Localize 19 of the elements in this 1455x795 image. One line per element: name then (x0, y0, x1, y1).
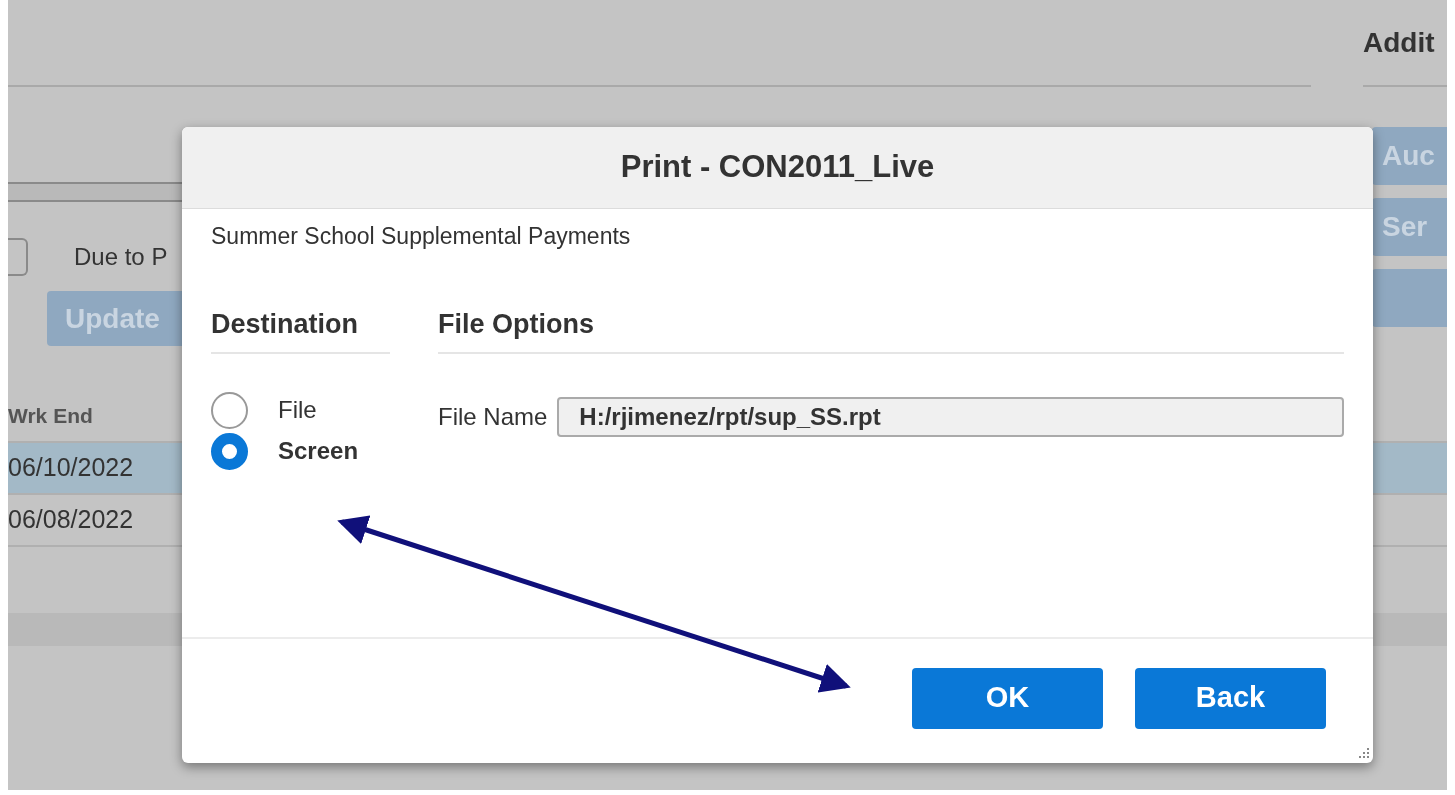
table-cell-text: 06/10/2022 (8, 452, 134, 484)
report-name: Summer School Supplemental Payments (211, 222, 631, 251)
column-header: Wrk End (8, 402, 93, 429)
filter-label: Due to P (74, 242, 168, 272)
field-label: File Name (438, 401, 548, 432)
dialog-button[interactable]: OK (912, 667, 1103, 729)
radio-button[interactable] (211, 432, 248, 470)
section-heading: File Options (438, 307, 594, 341)
dialog-button[interactable]: Back (1135, 667, 1326, 729)
table-cell-text: 06/08/2022 (8, 504, 134, 536)
radio-label[interactable]: File (278, 392, 317, 428)
section-heading: Destination (211, 307, 358, 341)
dropdown-field[interactable] (8, 238, 28, 276)
dialog-title: Print - CON2011_Live (620, 148, 935, 187)
file-name-field[interactable]: H:/rjimenez/rpt/sup_SS.rpt (557, 396, 1344, 437)
radio-label[interactable]: Screen (278, 433, 359, 469)
resize-grip-icon (1358, 747, 1370, 759)
radio-button[interactable] (211, 391, 248, 429)
section-title: Addit (1363, 25, 1435, 60)
